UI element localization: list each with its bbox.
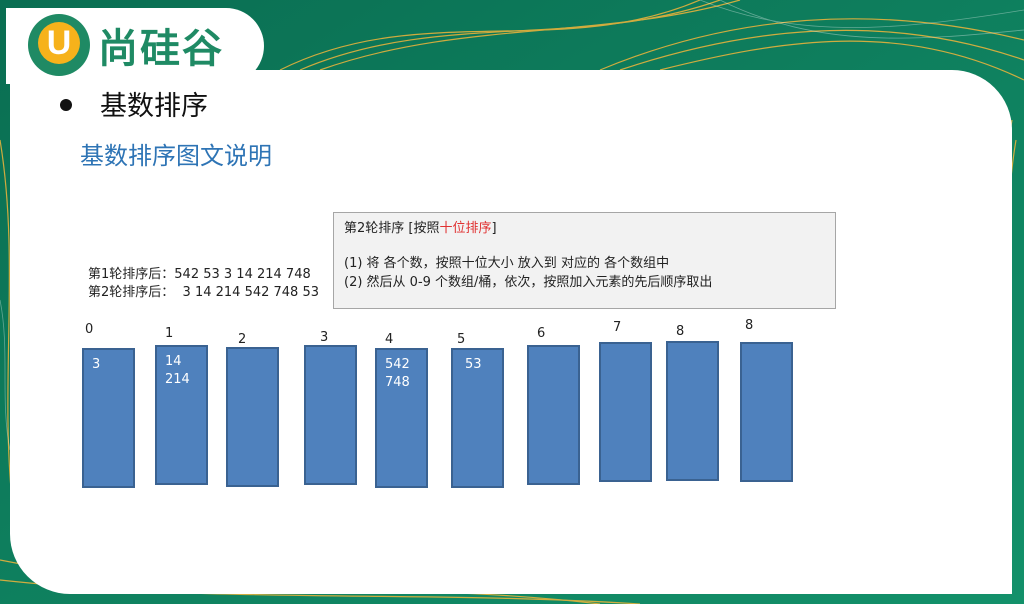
bullet-icon <box>60 98 72 111</box>
bucket-item: 53 <box>465 357 482 372</box>
note-line-2: (2) 然后从 0-9 个数组/桶，依次，按照加入元素的先后顺序取出 <box>344 275 713 290</box>
bucket-item: 214 <box>165 372 190 387</box>
bucket: 53 <box>451 348 504 488</box>
logo-letter: U <box>38 22 80 64</box>
bucket-label: 8 <box>676 324 685 339</box>
slide-title-text: 基数排序 <box>100 91 208 122</box>
bucket: 3 <box>82 348 135 488</box>
bucket-label: 5 <box>457 332 466 347</box>
bucket-item: 3 <box>92 357 101 372</box>
bucket <box>599 342 652 482</box>
note-box: 第2轮排序 [按照十位排序] (1) 将 各个数，按照十位大小 放入到 对应的 … <box>333 212 836 309</box>
note-heading-suffix: ] <box>491 221 497 236</box>
bucket-label: 1 <box>165 326 174 341</box>
round-1-label: 第1轮排序后： <box>88 267 175 282</box>
bucket-label: 0 <box>85 322 94 337</box>
note-heading: 第2轮排序 [按照十位排序] <box>344 219 825 238</box>
bucket-label: 4 <box>385 332 394 347</box>
bucket-item: 542 <box>385 357 410 372</box>
bucket <box>666 341 719 481</box>
round-1-result: 第1轮排序后：542 53 3 14 214 748 <box>88 266 319 284</box>
round-1-values: 542 53 3 14 214 748 <box>174 267 311 282</box>
bucket-label: 6 <box>537 326 546 341</box>
bucket: 14 214 <box>155 345 208 485</box>
round-2-result: 第2轮排序后： 3 14 214 542 748 53 <box>88 284 319 302</box>
bucket-item: 14 <box>165 354 182 369</box>
bucket: 542 748 <box>375 348 428 488</box>
note-heading-highlight: 十位排序 <box>439 221 492 236</box>
note-line-1: (1) 将 各个数，按照十位大小 放入到 对应的 各个数组中 <box>344 256 670 271</box>
bucket-label: 8 <box>745 318 754 333</box>
bucket <box>304 345 357 485</box>
bucket-label: 7 <box>613 320 622 335</box>
round-results: 第1轮排序后：542 53 3 14 214 748 第2轮排序后： 3 14 … <box>88 266 319 302</box>
bucket-label: 2 <box>238 332 247 347</box>
round-2-values: 3 14 214 542 748 53 <box>182 285 320 300</box>
bucket <box>226 347 279 487</box>
logo-circle-icon: U <box>28 14 90 76</box>
bucket <box>740 342 793 482</box>
logo-text: 尚硅谷 <box>98 26 224 72</box>
bucket-label: 3 <box>320 330 329 345</box>
bucket-item: 748 <box>385 375 410 390</box>
round-2-label: 第2轮排序后： <box>88 285 175 300</box>
slide-subtitle: 基数排序图文说明 <box>80 142 272 170</box>
logo: U 尚硅谷 <box>6 8 264 84</box>
note-heading-prefix: 第2轮排序 [按照 <box>344 221 440 236</box>
bucket <box>527 345 580 485</box>
slide-title: 基数排序 <box>60 84 208 123</box>
